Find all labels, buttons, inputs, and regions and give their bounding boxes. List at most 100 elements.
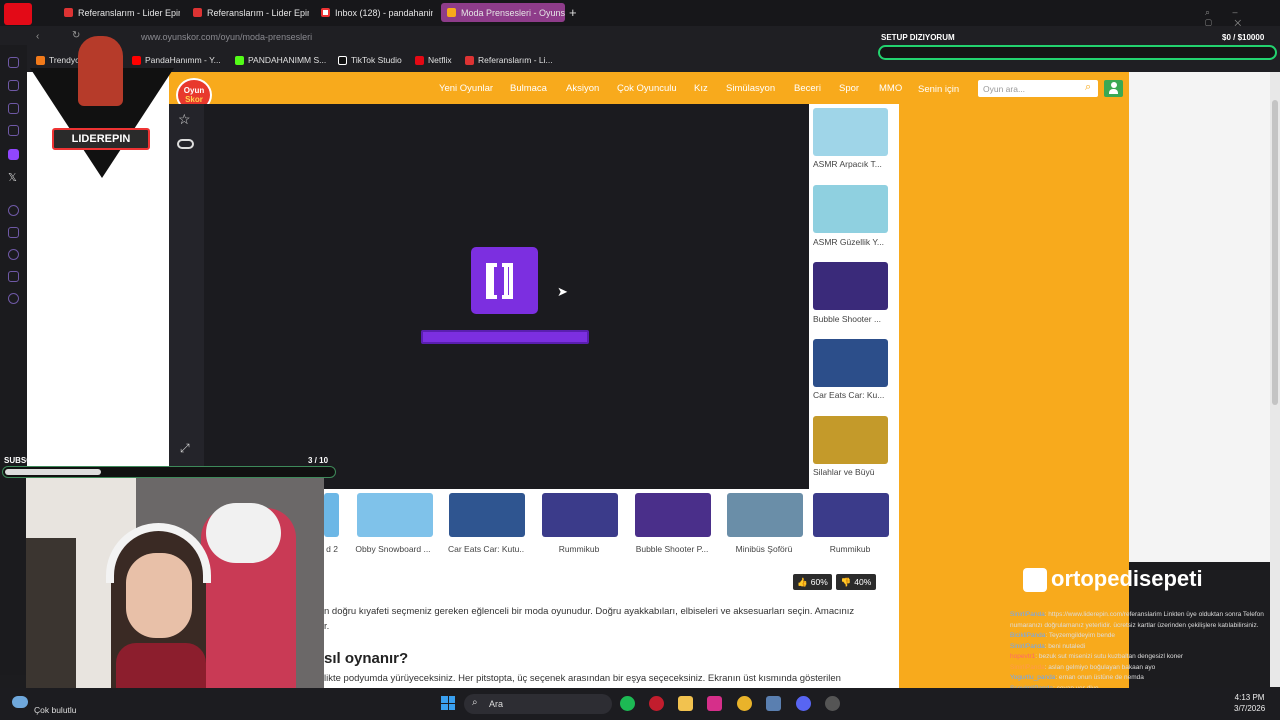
nav-beceri[interactable]: Beceri — [794, 83, 821, 94]
sponsor-banner: ortopedisepeti — [1023, 566, 1253, 594]
user-icon — [1109, 82, 1118, 94]
scrollbar-thumb[interactable] — [1272, 100, 1278, 405]
nav-yeni-oyunlar[interactable]: Yeni Oyunlar — [439, 83, 493, 94]
chat-message: BicikliPanda: Teyzemgildeyim bende — [1010, 632, 1116, 639]
game-sidebar — [169, 104, 204, 489]
game-label[interactable]: Bubble Shooter ... — [813, 314, 889, 324]
game-thumb-car-eats-car-kutu[interactable] — [449, 493, 525, 537]
lider-epin-icon — [64, 8, 73, 17]
app-icon[interactable] — [766, 696, 781, 711]
bookmark-kick[interactable]: PANDAHANIMM S... — [235, 55, 326, 65]
game-thumb-rummikub-2[interactable] — [813, 493, 889, 537]
new-tab-button[interactable]: + — [569, 5, 577, 20]
page-margin-right — [1129, 72, 1270, 562]
game-label[interactable]: Car Eats Car: Ku... — [813, 390, 889, 400]
settings-icon[interactable] — [8, 293, 19, 304]
game-label[interactable]: ASMR Arpacık T... — [813, 159, 889, 169]
subscribers-label: SUBSCRIBERS — [4, 456, 63, 465]
game-thumb-rummikub[interactable] — [542, 493, 618, 537]
tab-referanslar-1[interactable]: Referanslarım - Lider Epin — [58, 3, 180, 22]
search-icon[interactable]: ⌕ — [1085, 81, 1091, 94]
liderepin-logo: LIDEREPIN — [30, 30, 174, 180]
game-label[interactable]: Bubble Shooter P... — [634, 544, 710, 554]
lider-epin-icon — [465, 55, 474, 65]
game-label[interactable]: Silahlar ve Büyü — [813, 467, 889, 477]
gmail-icon — [321, 8, 330, 17]
spotify-icon[interactable] — [620, 696, 635, 711]
bookmark-referanslar[interactable]: Referanslarım - Li... — [465, 55, 553, 65]
clock-icon[interactable] — [8, 249, 19, 260]
description-text: n doğru kıyafeti seçmeniz gereken eğlenc… — [324, 606, 855, 632]
game-label[interactable]: Rummikub — [541, 544, 617, 554]
nav-simulasyon[interactable]: Simülasyon — [726, 83, 775, 94]
nav-senin-icin[interactable]: Senin için — [918, 84, 959, 95]
game-thumb-bubble-shooter-p[interactable] — [635, 493, 711, 537]
nav-spor[interactable]: Spor — [839, 83, 859, 94]
game-thumb-obby-snowboard[interactable] — [357, 493, 433, 537]
game-thumb-bubble-shooter[interactable] — [813, 262, 888, 310]
x-icon[interactable]: 𝕏 — [8, 171, 17, 184]
game-label[interactable]: Rummikub — [812, 544, 888, 554]
app-icon[interactable] — [825, 696, 840, 711]
nav-mmo[interactable]: MMO — [879, 83, 902, 94]
game-label[interactable]: Obby Snowboard ... — [355, 544, 431, 554]
game-label[interactable]: Minibüs Şoförü — [726, 544, 802, 554]
weather-text[interactable]: Çok bulutlu — [34, 705, 77, 715]
game-thumb-silahlar[interactable] — [813, 416, 888, 464]
game-thumb-car-eats-car[interactable] — [813, 339, 888, 387]
how-to-play-text: likte podyumda yürüyeceksiniz. Her pitst… — [324, 673, 841, 684]
chat-message: SinirliPanda: beni nutaledi — [1010, 642, 1086, 650]
star-icon[interactable]: ☆ — [178, 111, 191, 128]
game-thumb-minibus[interactable] — [727, 493, 803, 537]
nav-cok-oyunculu[interactable]: Çok Oyunculu — [617, 83, 677, 94]
game-label[interactable]: Car Eats Car: Kutu... — [448, 544, 524, 554]
gamepad-icon[interactable] — [177, 139, 194, 149]
nav-aksiyon[interactable]: Aksiyon — [566, 83, 599, 94]
game-label[interactable]: ASMR Güzellik Y... — [813, 237, 889, 247]
tab-referanslar-2[interactable]: Referanslarım - Lider Epin — [187, 3, 309, 22]
subscribers-goal-fill — [5, 469, 101, 475]
browser-sidebar: 𝕏 — [0, 45, 27, 675]
bookmark-netflix[interactable]: Netflix — [415, 55, 452, 65]
subscribers-count: 3 / 10 — [308, 456, 329, 465]
windows-start-icon[interactable] — [441, 696, 455, 710]
discord-icon[interactable] — [796, 696, 811, 711]
page-background-right — [899, 104, 1129, 689]
file-explorer-icon[interactable] — [678, 696, 693, 711]
game-thumb[interactable] — [324, 493, 339, 537]
box-icon[interactable] — [8, 227, 19, 238]
vote-down-button[interactable]: 👎 40% — [836, 574, 876, 590]
nav-bulmaca[interactable]: Bulmaca — [510, 83, 547, 94]
chrome-icon[interactable] — [737, 696, 752, 711]
bookmark-icon[interactable] — [8, 80, 19, 91]
play-icon[interactable] — [8, 205, 19, 216]
thumbs-down-icon: 👎 — [840, 576, 852, 587]
vote-up-button[interactable]: 👍 60% — [793, 574, 832, 590]
tab-moda-prensesleri[interactable]: Moda Prensesleri - Oyunsk — [441, 3, 565, 22]
kick-icon — [235, 55, 244, 65]
game-thumb-asmr-guzellik[interactable] — [813, 185, 888, 233]
history-icon[interactable] — [8, 103, 19, 114]
opera-icon[interactable] — [649, 696, 664, 711]
bookmark-tiktok[interactable]: TikTok Studio — [338, 55, 402, 65]
instagram-icon[interactable] — [707, 696, 722, 711]
donation-goal-label: SETUP DIZIYORUM — [881, 33, 955, 42]
taskbar-search[interactable] — [464, 694, 612, 714]
chat-message: hopevtr1: bezuk sut misenizi sutu kuzbal… — [1010, 653, 1184, 660]
nav-kiz[interactable]: Kız — [694, 83, 708, 94]
flag-icon — [4, 3, 32, 25]
window-controls[interactable]: ⌕ – ▢ ✕ — [1205, 7, 1275, 28]
tab-inbox[interactable]: Inbox (128) - pandahanim — [315, 3, 433, 22]
donation-goal-amount: $0 / $10000 — [1222, 33, 1265, 42]
twitch-icon[interactable] — [8, 149, 19, 160]
fullscreen-icon[interactable]: ⤢ — [180, 441, 190, 456]
share-icon[interactable] — [8, 271, 19, 282]
home-icon[interactable] — [8, 57, 19, 68]
lider-epin-icon — [193, 8, 202, 17]
mail-icon[interactable] — [8, 125, 19, 136]
thumbs-up-icon: 👍 — [797, 576, 808, 587]
webcam-feed — [26, 478, 324, 704]
game-thumb-asmr-arpacik[interactable] — [813, 108, 888, 156]
netflix-icon — [415, 55, 424, 65]
system-clock[interactable]: 4:13 PM 3/7/2026 — [1234, 692, 1265, 714]
